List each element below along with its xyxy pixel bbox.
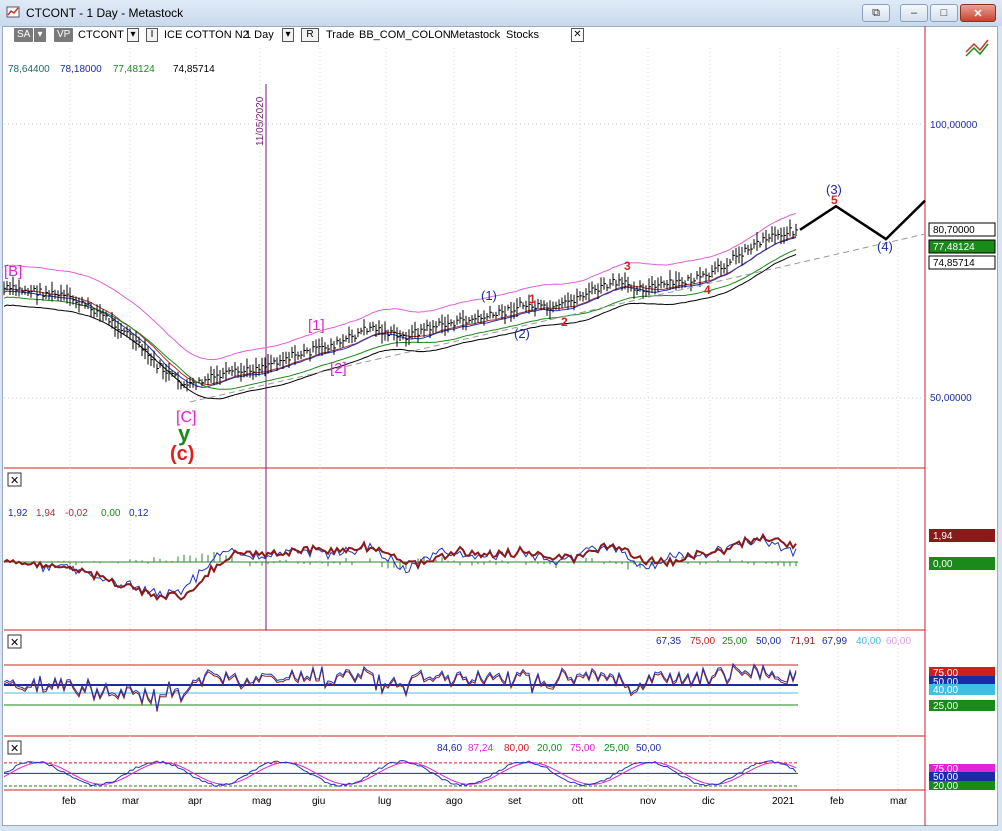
wave-label: 5 [831, 193, 838, 207]
stoch-value-0: 84,60 [437, 743, 462, 754]
ma-red-line [3, 236, 797, 386]
x-axis-month: feb [830, 796, 844, 807]
x-axis-month: apr [188, 796, 203, 807]
chart-trend-icon-2[interactable] [965, 43, 989, 57]
price-label-text: 80,70000 [933, 225, 975, 236]
stoch-value-4: 75,00 [570, 743, 595, 754]
ma-value-2: 77,48124 [113, 64, 155, 75]
price-label-text: 77,48124 [933, 242, 975, 253]
rsi-value-2: 25,00 [722, 636, 747, 647]
lower-band-line [3, 254, 797, 400]
rsi-value-7: 60,00 [886, 636, 911, 647]
macd-value-1: 1,94 [36, 508, 56, 519]
trade-label[interactable]: Trade [326, 29, 354, 41]
stoch-value-5: 25,00 [604, 743, 629, 754]
x-axis-month: 2021 [772, 796, 795, 807]
symbol-label[interactable]: CTCONT [78, 29, 124, 41]
metastock-label: Metastock [450, 29, 501, 41]
layout-name: BB_COM_COLON [359, 29, 451, 41]
x-axis-month: mar [122, 796, 140, 807]
date-marker-label: 11/05/2020 [255, 96, 266, 146]
wave-label: (c) [170, 443, 194, 465]
macd-right-label: 1,94 [933, 531, 953, 542]
wave-label: [1] [308, 317, 325, 334]
chart-canvas[interactable]: 100,00000 50,00000 78,64400 78,18000 77,4812… [0, 0, 1002, 831]
macd-value-0: 1,92 [8, 508, 28, 519]
wave-label: 3 [624, 259, 631, 273]
wave-label: (1) [481, 288, 497, 303]
x-axis-month: mag [252, 796, 271, 807]
ma-value-0: 78,64400 [8, 64, 50, 75]
period-dropdown-icon[interactable]: ▾ [282, 28, 294, 42]
rsi-value-3: 50,00 [756, 636, 781, 647]
stoch-right-label: 20,00 [933, 781, 958, 792]
macd-value-4: 0,12 [129, 508, 149, 519]
x-axis-month: dic [702, 796, 715, 807]
vp-button[interactable]: VP [54, 28, 74, 42]
wave-label: (2) [514, 326, 530, 341]
rsi-right-label: 40,00 [933, 685, 958, 696]
price-label-text: 74,85714 [933, 258, 975, 269]
symbol-dropdown-icon[interactable]: ▾ [127, 28, 139, 42]
trendline [189, 233, 926, 403]
stoch-value-1: 87,24 [468, 743, 493, 754]
macd-right-label: 0,00 [933, 559, 953, 570]
ma-value-3: 74,85714 [173, 64, 215, 75]
wave-label: (4) [877, 239, 893, 254]
metastock-window: CTCONT - 1 Day - Metastock ⧉ – □ ✕ 100,0… [0, 0, 1002, 831]
sa-button[interactable]: SA [14, 28, 34, 42]
ma-blue-line [3, 237, 797, 388]
rsi-value-6: 40,00 [856, 636, 881, 647]
x-axis-month: ott [572, 796, 583, 807]
stoch-value-3: 20,00 [537, 743, 562, 754]
x-axis-month: ago [446, 796, 463, 807]
x-axis-month: set [508, 796, 522, 807]
stoch-value-2: 80,00 [504, 743, 529, 754]
y-tick-50: 50,00000 [930, 393, 972, 404]
y-tick-100: 100,00000 [930, 120, 978, 131]
wave-label: [B] [4, 263, 22, 280]
stoch-panel-close-icon[interactable]: ✕ [10, 743, 19, 755]
macd-value-3: 0,00 [101, 508, 121, 519]
refresh-button[interactable]: R [301, 28, 319, 42]
toolbar-close-icon[interactable]: ✕ [571, 28, 584, 42]
wave-label: 2 [561, 315, 568, 329]
wave-label: 4 [704, 283, 711, 297]
rsi-value-0: 67,35 [656, 636, 681, 647]
x-axis-month: giu [312, 796, 325, 807]
rsi-panel-close-icon[interactable]: ✕ [10, 637, 19, 649]
macd-panel-close-icon[interactable]: ✕ [10, 475, 19, 487]
x-axis-month: nov [640, 796, 656, 807]
macd-value-2: -0,02 [65, 508, 88, 519]
chart-toolbar: SA ▾ VP CTCONT ▾ I ICE COTTON N2 1 Day ▾… [12, 27, 992, 45]
sa-dropdown-icon[interactable]: ▾ [34, 28, 46, 42]
instrument-info-button[interactable]: I [146, 28, 158, 42]
ma-value-1: 78,18000 [60, 64, 102, 75]
rsi-line [3, 662, 797, 710]
x-axis-month: feb [62, 796, 76, 807]
x-axis-month: lug [378, 796, 391, 807]
stoch-value-6: 50,00 [636, 743, 661, 754]
wave-label: 1 [529, 292, 536, 306]
rsi-value-5: 67,99 [822, 636, 847, 647]
period-label[interactable]: 1 Day [245, 29, 274, 41]
rsi-value-1: 75,00 [690, 636, 715, 647]
instrument-name: ICE COTTON N2 [164, 29, 249, 41]
ma-green-line [3, 249, 797, 390]
projection-path [799, 199, 926, 241]
wave-label: [2] [330, 360, 347, 377]
stocks-label: Stocks [506, 29, 540, 41]
x-axis-month: mar [890, 796, 908, 807]
rsi-value-4: 71,91 [790, 636, 815, 647]
rsi-right-label: 25,00 [933, 701, 958, 712]
